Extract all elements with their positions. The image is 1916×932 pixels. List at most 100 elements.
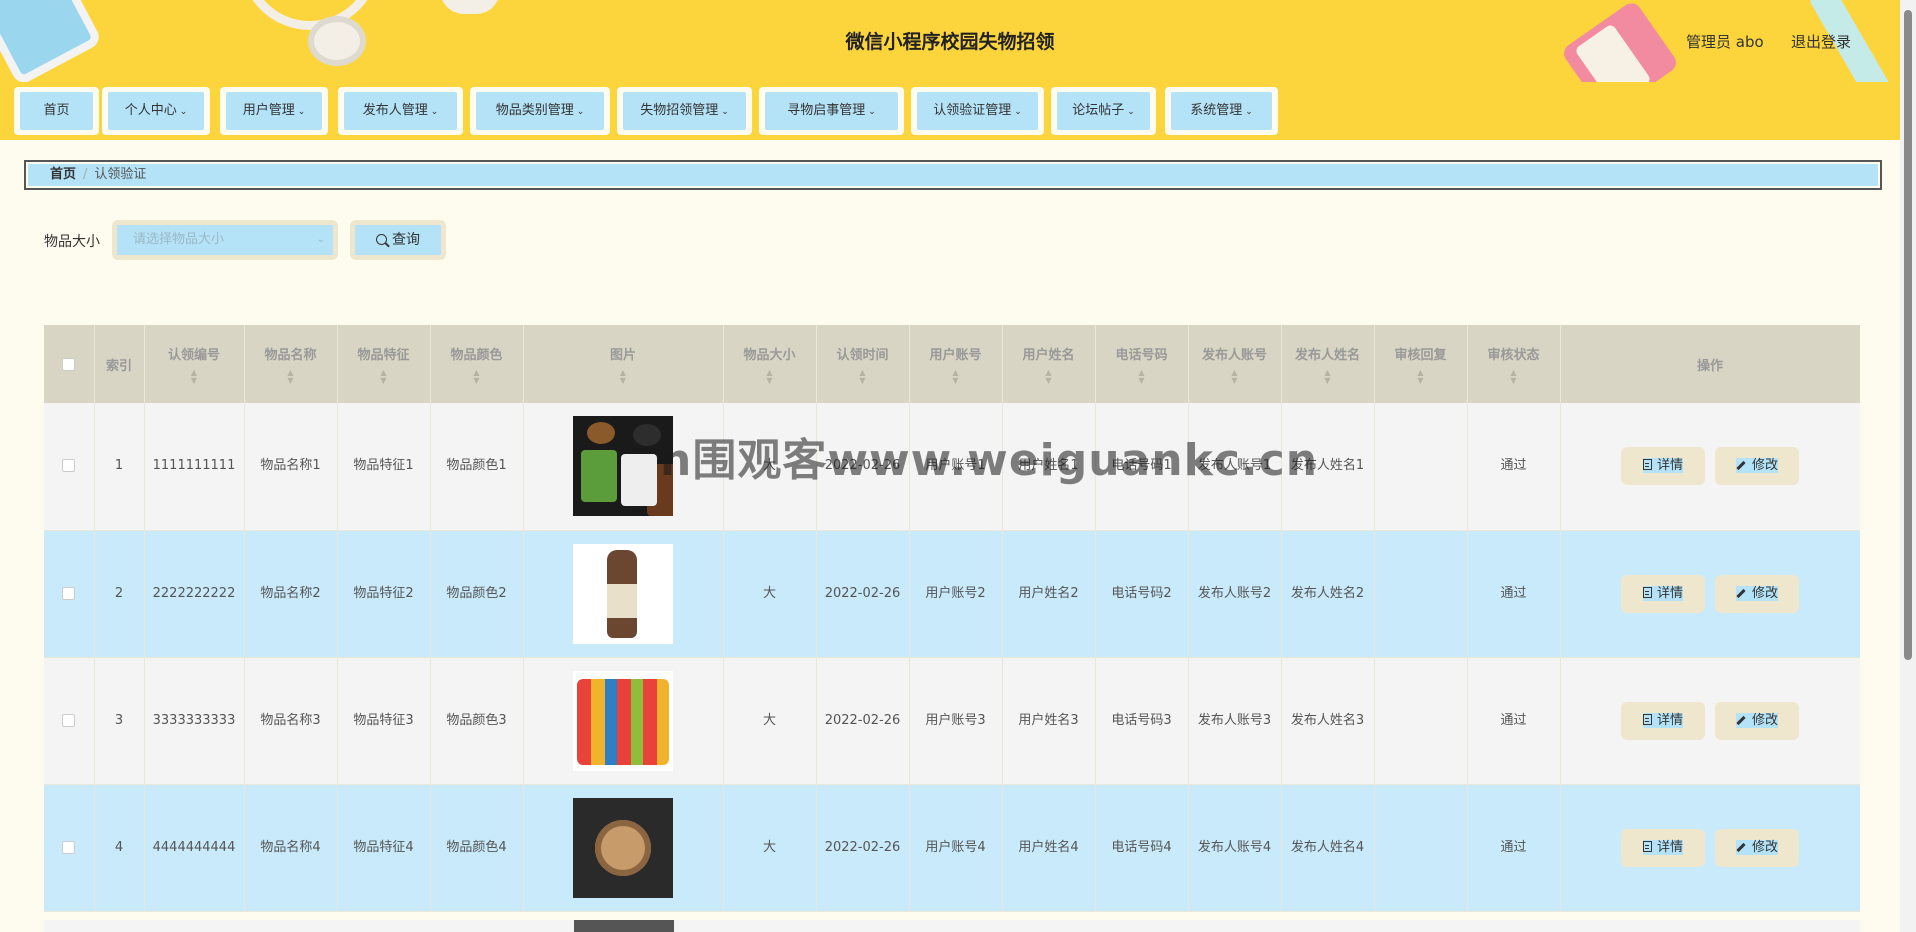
cell-name: 物品名称4 — [244, 784, 338, 912]
item-image[interactable] — [573, 797, 673, 898]
sort-icon[interactable]: ▲ ▼ — [145, 368, 244, 385]
cell-name: 物品名称3 — [244, 657, 338, 785]
nav-item-1[interactable]: 个人中心 ⌄ — [102, 87, 210, 135]
nav-item-0[interactable]: 首页 — [14, 87, 99, 135]
nav-item-2[interactable]: 用户管理 ⌄ — [220, 87, 328, 135]
detail-button[interactable]: 详情 — [1621, 447, 1705, 486]
column-header-label: 电话号码 — [1115, 347, 1168, 363]
cell-time: 2022-02-26 — [816, 657, 910, 785]
column-header[interactable]: 认领编号 ▲ ▼ — [144, 325, 245, 403]
table-header-row: 索引 认领编号 ▲ ▼ 物品名称 ▲ ▼ 物品特征 ▲ ▼ 物品颜色 ▲ ▼ 图片 ▲ ▼ 物品大小 ▲ ▼ 认领时间… — [44, 325, 1860, 403]
item-image[interactable] — [573, 670, 673, 771]
sort-icon[interactable]: ▲ ▼ — [817, 368, 909, 385]
cell-size: 大 — [723, 784, 817, 912]
logout-link[interactable]: 退出登录 — [1791, 31, 1851, 52]
sort-icon[interactable]: ▲ ▼ — [338, 368, 430, 385]
cell-reply — [1374, 784, 1468, 912]
column-header[interactable]: 发布人姓名 ▲ ▼ — [1281, 325, 1375, 403]
column-header: 索引 — [94, 325, 145, 403]
sort-icon[interactable]: ▲ ▼ — [524, 368, 723, 385]
column-header[interactable]: 物品大小 ▲ ▼ — [723, 325, 817, 403]
app-header: 微信小程序校园失物招领 管理员 abo 退出登录 — [0, 0, 1900, 82]
detail-button-label: 详情 — [1656, 839, 1683, 855]
column-header[interactable]: 用户账号 ▲ ▼ — [909, 325, 1003, 403]
cell-color: 物品颜色3 — [430, 657, 524, 785]
sort-icon[interactable]: ▲ ▼ — [1375, 368, 1467, 385]
cell-size: 大 — [723, 530, 817, 658]
breadcrumb-home[interactable]: 首页 — [50, 167, 76, 182]
row-checkbox[interactable] — [62, 840, 76, 854]
page-scrollbar[interactable] — [1900, 0, 1916, 932]
sort-icon[interactable]: ▲ ▼ — [245, 368, 337, 385]
column-header[interactable]: 用户姓名 ▲ ▼ — [1002, 325, 1096, 403]
current-user: 管理员 abo — [1686, 33, 1764, 51]
column-header-label: 用户账号 — [929, 347, 982, 363]
app-title: 微信小程序校园失物招领 — [845, 31, 1055, 53]
item-image[interactable] — [573, 416, 673, 517]
sort-icon[interactable]: ▲ ▼ — [910, 368, 1002, 385]
cell-pub_account: 发布人账号1 — [1188, 403, 1282, 531]
nav-item-9[interactable]: 系统管理 ⌄ — [1165, 87, 1278, 135]
cell-code: 4444444444 — [144, 784, 245, 912]
column-header[interactable]: 电话号码 ▲ ▼ — [1095, 325, 1189, 403]
nav-item-8[interactable]: 论坛帖子 ⌄ — [1051, 87, 1156, 135]
cell-username: 用户姓名2 — [1002, 530, 1096, 658]
column-header[interactable]: 发布人账号 ▲ ▼ — [1188, 325, 1282, 403]
claim-table: 索引 认领编号 ▲ ▼ 物品名称 ▲ ▼ 物品特征 ▲ ▼ 物品颜色 ▲ ▼ 图片 ▲ ▼ 物品大小 ▲ ▼ 认领时间… — [44, 325, 1860, 912]
column-header[interactable]: 物品特征 ▲ ▼ — [337, 325, 431, 403]
detail-button[interactable]: 详情 — [1621, 574, 1705, 613]
row-actions: 详情 修改 — [1560, 784, 1860, 912]
nav-item-label: 首页 — [43, 103, 70, 118]
sort-icon[interactable]: ▲ ▼ — [1189, 368, 1281, 385]
sort-icon[interactable]: ▲ ▼ — [724, 368, 816, 385]
column-header[interactable]: 图片 ▲ ▼ — [523, 325, 724, 403]
sort-icon[interactable]: ▲ ▼ — [431, 368, 523, 385]
row-checkbox[interactable] — [62, 586, 76, 600]
cell-code: 1111111111 — [144, 403, 245, 531]
nav-item-4[interactable]: 物品类别管理 ⌄ — [470, 87, 610, 135]
detail-button[interactable]: 详情 — [1621, 828, 1705, 867]
cell-feature: 物品特征3 — [337, 657, 431, 785]
scrollbar-thumb[interactable] — [1904, 10, 1912, 660]
search-button[interactable]: 查询 — [350, 220, 446, 260]
nav-item-7[interactable]: 认领验证管理 ⌄ — [911, 87, 1044, 135]
cell-username: 用户姓名4 — [1002, 784, 1096, 912]
column-header[interactable]: 审核状态 ▲ ▼ — [1467, 325, 1561, 403]
column-header[interactable]: 认领时间 ▲ ▼ — [816, 325, 910, 403]
cell-reply — [1374, 530, 1468, 658]
sort-icon[interactable]: ▲ ▼ — [1096, 368, 1188, 385]
cell-image — [523, 530, 724, 658]
select-all-checkbox[interactable] — [62, 357, 76, 371]
chevron-down-icon: ⌄ — [1127, 107, 1135, 117]
cell-pub_name: 发布人姓名2 — [1281, 530, 1375, 658]
chevron-down-icon: ⌄ — [430, 107, 439, 117]
sort-icon[interactable]: ▲ ▼ — [1003, 368, 1095, 385]
nav-item-6[interactable]: 寻物启事管理 ⌄ — [759, 87, 904, 135]
row-actions: 详情 修改 — [1560, 657, 1860, 785]
column-header[interactable]: 审核回复 ▲ ▼ — [1374, 325, 1468, 403]
edit-button[interactable]: 修改 — [1715, 701, 1799, 740]
detail-button[interactable]: 详情 — [1621, 701, 1705, 740]
cell-size: 大 — [723, 403, 817, 531]
column-header-label: 审核回复 — [1394, 347, 1447, 363]
edit-button[interactable]: 修改 — [1715, 447, 1799, 486]
item-image[interactable] — [573, 543, 673, 644]
cup-illustration — [440, 0, 500, 14]
cell-status: 通过 — [1467, 403, 1561, 531]
column-header[interactable]: 物品颜色 ▲ ▼ — [430, 325, 524, 403]
column-header-label: 用户姓名 — [1022, 347, 1075, 363]
cell-code: 3333333333 — [144, 657, 245, 785]
chevron-down-icon: ⌄ — [1245, 107, 1253, 117]
nav-item-5[interactable]: 失物招领管理 ⌄ — [617, 87, 752, 135]
cell-name: 物品名称2 — [244, 530, 338, 658]
cell-pub_account: 发布人账号3 — [1188, 657, 1282, 785]
edit-button[interactable]: 修改 — [1715, 828, 1799, 867]
sort-icon[interactable]: ▲ ▼ — [1282, 368, 1374, 385]
edit-button[interactable]: 修改 — [1715, 574, 1799, 613]
row-checkbox[interactable] — [62, 713, 76, 727]
nav-item-3[interactable]: 发布人管理 ⌄ — [338, 87, 463, 135]
row-checkbox[interactable] — [62, 459, 76, 473]
column-header[interactable]: 物品名称 ▲ ▼ — [244, 325, 338, 403]
sort-icon[interactable]: ▲ ▼ — [1468, 368, 1560, 385]
size-filter-select[interactable]: 请选择物品大小 ⌄ — [112, 220, 338, 260]
